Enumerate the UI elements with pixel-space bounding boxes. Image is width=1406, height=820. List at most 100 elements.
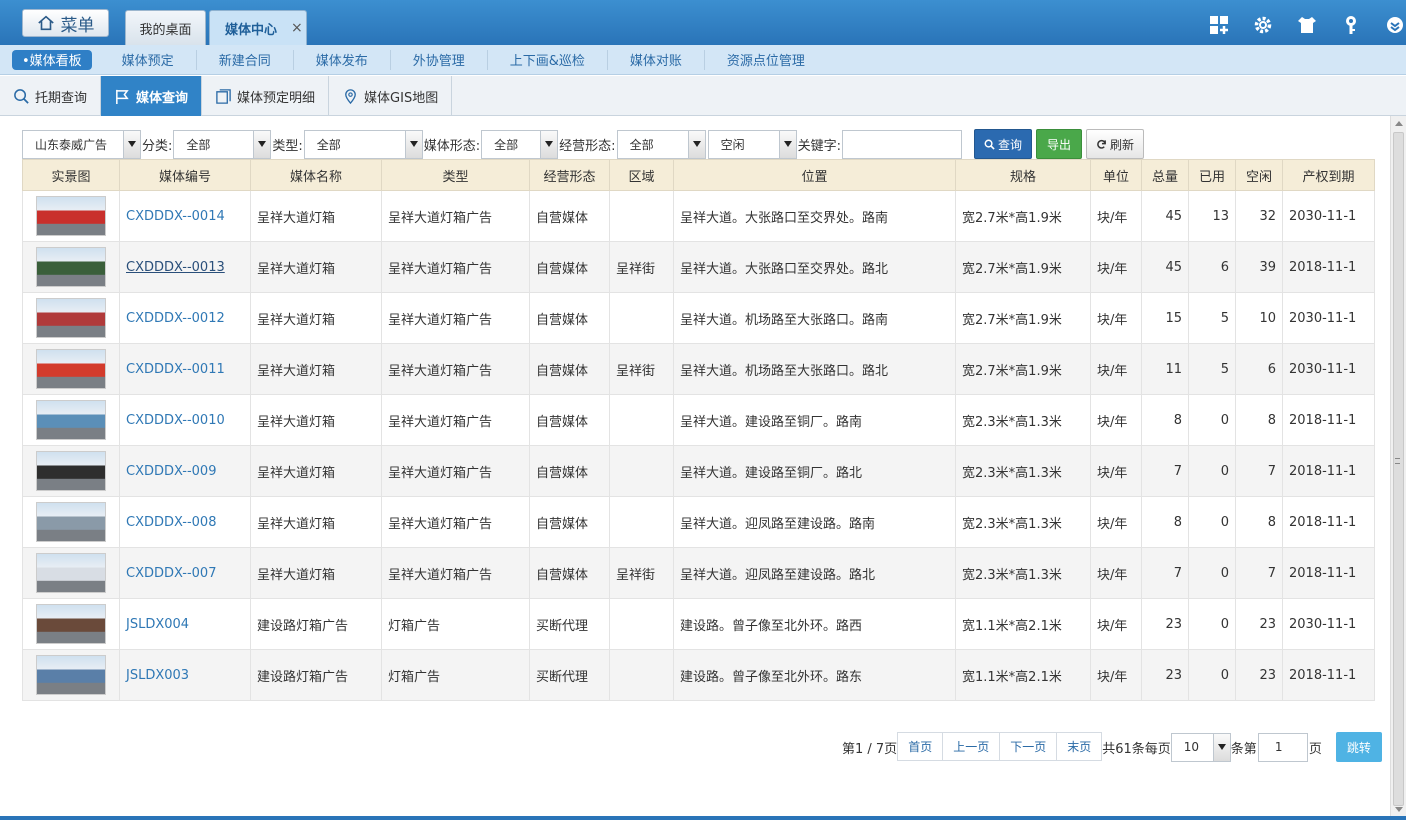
nav-media-board[interactable]: •媒体看板	[12, 49, 92, 70]
table-row[interactable]: CXDDDX--0013 呈祥大道灯箱 呈祥大道灯箱广告 自营媒体 呈祥街 呈祥大道。大张…	[22, 241, 1375, 293]
gear-icon[interactable]	[1252, 14, 1274, 36]
business-form-cell: 买断代理	[529, 649, 610, 701]
media-code-link[interactable]: CXDDDX--0014	[119, 190, 251, 242]
photo-cell	[22, 649, 120, 701]
nav-media-publish[interactable]: 媒体发布	[294, 49, 391, 70]
media-code-link[interactable]: JSLDX004	[119, 598, 251, 650]
nav-outsourcing[interactable]: 外协管理	[391, 49, 488, 70]
chevron-down-icon[interactable]	[1212, 733, 1230, 761]
unit-cell: 块/年	[1090, 598, 1142, 650]
tab-media-query[interactable]: 媒体查询	[101, 76, 203, 116]
first-page-button[interactable]: 首页	[898, 733, 944, 760]
spec-cell: 宽2.7米*高1.9米	[955, 190, 1091, 242]
chevron-down-icon[interactable]	[123, 130, 140, 158]
tab-schedule-query[interactable]: 托期查询	[0, 76, 102, 116]
media-code-link[interactable]: CXDDDX--007	[119, 547, 251, 599]
photo-cell	[22, 292, 120, 344]
media-photo[interactable]	[36, 247, 106, 287]
key-icon[interactable]	[1340, 14, 1362, 36]
location-cell: 呈祥大道。大张路口至交界处。路北	[673, 241, 956, 293]
area-cell: 呈祥街	[609, 343, 674, 395]
media-photo[interactable]	[36, 349, 106, 389]
media-photo[interactable]	[36, 553, 106, 593]
status-select[interactable]: 空闲	[707, 129, 797, 159]
media-photo[interactable]	[36, 502, 106, 542]
grid-plus-icon[interactable]	[1208, 14, 1230, 36]
chevron-down-icon[interactable]	[540, 130, 558, 158]
tab-my-desktop-label: 我的桌面	[139, 22, 192, 38]
media-photo[interactable]	[36, 298, 106, 338]
free-cell: 32	[1235, 190, 1283, 242]
media-code-link[interactable]: CXDDDX--0013	[119, 241, 251, 293]
scroll-up-icon[interactable]	[1395, 121, 1403, 126]
type-select[interactable]: 全部	[303, 129, 423, 159]
table-row[interactable]: CXDDDX--0011 呈祥大道灯箱 呈祥大道灯箱广告 自营媒体 呈祥街 呈祥大道。机场…	[22, 343, 1375, 395]
media-code-link[interactable]: CXDDDX--0012	[119, 292, 251, 344]
media-photo[interactable]	[36, 451, 106, 491]
location-cell: 建设路。曾子像至北外环。路东	[673, 649, 956, 701]
tab-media-center[interactable]: 媒体中心 ×	[209, 10, 307, 45]
tab-schedule-query-label: 托期查询	[35, 90, 88, 106]
nav-media-reconciliation[interactable]: 媒体对账	[608, 49, 705, 70]
business-form-cell: 自营媒体	[529, 343, 610, 395]
nav-media-booking[interactable]: 媒体预定	[100, 49, 197, 70]
table-row[interactable]: CXDDDX--009 呈祥大道灯箱 呈祥大道灯箱广告 自营媒体 呈祥大道。建设路至铜厂…	[22, 445, 1375, 497]
media-code-link[interactable]: CXDDDX--0011	[119, 343, 251, 395]
tab-gis-map[interactable]: 媒体GIS地图	[329, 76, 453, 116]
menu-button[interactable]: 菜单	[22, 9, 109, 37]
next-page-button[interactable]: 下一页	[1000, 733, 1058, 760]
table-row[interactable]: CXDDDX--008 呈祥大道灯箱 呈祥大道灯箱广告 自营媒体 呈祥大道。迎凤路至建设…	[22, 496, 1375, 548]
prev-page-button[interactable]: 上一页	[943, 733, 1001, 760]
free-cell: 7	[1235, 547, 1283, 599]
query-button[interactable]: 查询	[973, 129, 1032, 159]
goto-page-input[interactable]: 1	[1257, 732, 1308, 762]
total-cell: 45	[1141, 241, 1189, 293]
media-code-link[interactable]: JSLDX003	[119, 649, 251, 701]
chevron-down-icon[interactable]	[778, 130, 796, 158]
scroll-down-icon[interactable]	[1395, 807, 1403, 812]
media-code-link[interactable]: CXDDDX--009	[119, 445, 251, 497]
expire-cell: 2030-11-1	[1282, 343, 1375, 395]
business-form-select[interactable]: 全部	[616, 129, 706, 159]
media-photo[interactable]	[36, 655, 106, 695]
page-nav-buttons: 首页 上一页 下一页 末页	[897, 732, 1103, 761]
nav-resource-points[interactable]: 资源点位管理	[705, 50, 827, 70]
expire-cell: 2030-11-1	[1282, 292, 1375, 344]
nav-installation-inspection[interactable]: 上下画&巡检	[488, 49, 608, 70]
media-type-cell: 呈祥大道灯箱广告	[381, 343, 530, 395]
tab-my-desktop[interactable]: 我的桌面	[125, 10, 206, 45]
media-photo[interactable]	[36, 400, 106, 440]
chevron-down-icon[interactable]	[687, 130, 705, 158]
media-photo[interactable]	[36, 196, 106, 236]
table-row[interactable]: CXDDDX--007 呈祥大道灯箱 呈祥大道灯箱广告 自营媒体 呈祥街 呈祥大道。迎凤路…	[22, 547, 1375, 599]
last-page-button[interactable]: 末页	[1057, 733, 1102, 760]
vertical-scrollbar[interactable]	[1390, 116, 1406, 820]
nav-new-contract[interactable]: 新建合同	[197, 49, 294, 70]
export-button[interactable]: 导出	[1035, 129, 1082, 159]
table-row[interactable]: JSLDX003 建设路灯箱广告 灯箱广告 买断代理 建设路。曾子像至北外环。路东 宽1.…	[22, 649, 1375, 701]
category-select[interactable]: 全部	[173, 129, 272, 159]
chevron-down-icon[interactable]	[253, 130, 271, 158]
table-row[interactable]: JSLDX004 建设路灯箱广告 灯箱广告 买断代理 建设路。曾子像至北外环。路西 宽1.…	[22, 598, 1375, 650]
chevron-down-icon[interactable]	[404, 130, 422, 158]
media-code-link[interactable]: CXDDDX--0010	[119, 394, 251, 446]
shirt-icon[interactable]	[1296, 14, 1318, 36]
spec-cell: 宽2.7米*高1.9米	[955, 343, 1091, 395]
keyword-input[interactable]	[841, 129, 962, 159]
company-select[interactable]: 山东泰威广告	[22, 129, 141, 159]
media-photo[interactable]	[36, 604, 106, 644]
table-row[interactable]: CXDDDX--0014 呈祥大道灯箱 呈祥大道灯箱广告 自营媒体 呈祥大道。大张路口至…	[22, 190, 1375, 242]
table-row[interactable]: CXDDDX--0012 呈祥大道灯箱 呈祥大道灯箱广告 自营媒体 呈祥大道。机场路至大…	[22, 292, 1375, 344]
free-cell: 23	[1235, 598, 1283, 650]
media-form-select[interactable]: 全部	[481, 129, 559, 159]
page-size-select[interactable]: 10	[1170, 732, 1231, 762]
refresh-button[interactable]: 刷新	[1085, 129, 1144, 159]
table-row[interactable]: CXDDDX--0010 呈祥大道灯箱 呈祥大道灯箱广告 自营媒体 呈祥大道。建设路至铜…	[22, 394, 1375, 446]
media-code-link[interactable]: CXDDDX--008	[119, 496, 251, 548]
tab-booking-detail[interactable]: 媒体预定明细	[202, 76, 330, 116]
status-select-value: 空闲	[720, 137, 745, 152]
goto-button[interactable]: 跳转	[1335, 732, 1382, 762]
chevron-icon[interactable]	[1384, 14, 1406, 36]
close-icon[interactable]: ×	[291, 20, 303, 36]
scroll-thumb[interactable]	[1393, 132, 1404, 806]
